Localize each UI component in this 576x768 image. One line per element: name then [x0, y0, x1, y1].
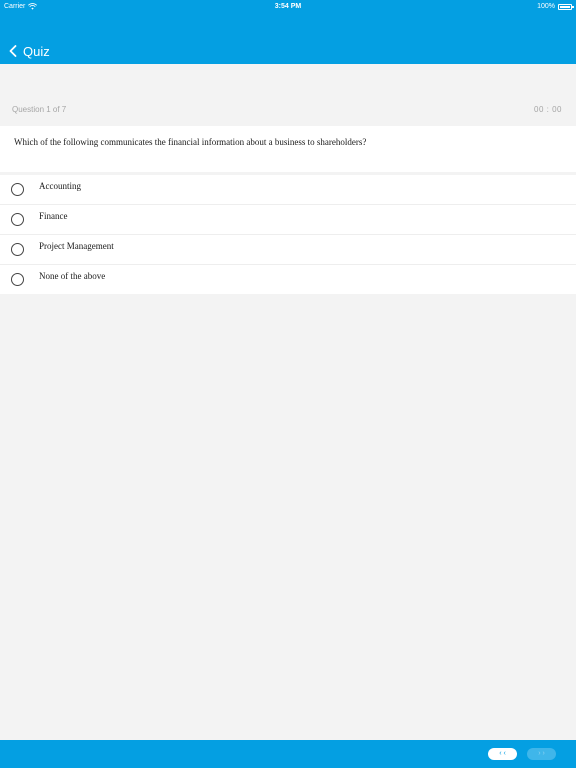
answer-option[interactable]: Accounting	[0, 175, 576, 205]
answer-option-label: Project Management	[39, 241, 114, 251]
battery-icon	[558, 3, 574, 10]
answer-option-label: Finance	[39, 211, 68, 221]
status-bar: Carrier 3:54 PM 100%	[0, 0, 576, 13]
answer-option[interactable]: Project Management	[0, 235, 576, 265]
next-button[interactable]: › ›	[527, 748, 556, 760]
previous-button[interactable]: ‹ ‹	[488, 748, 517, 760]
status-time: 3:54 PM	[274, 3, 302, 10]
question-progress: Question 1 of 7	[12, 105, 67, 114]
question-text: Which of the following communicates the …	[14, 137, 367, 147]
top-bar: Carrier 3:54 PM 100% Quiz	[0, 0, 576, 64]
question-meta: Question 1 of 7 00 : 00	[0, 97, 576, 121]
quiz-timer: 00 : 00	[534, 105, 562, 114]
battery-percent: 100%	[537, 3, 555, 10]
back-button[interactable]: Quiz	[0, 44, 50, 59]
battery-group: 100%	[537, 0, 574, 13]
answer-options: Accounting Finance Project Management No…	[0, 175, 576, 294]
quiz-screen: Carrier 3:54 PM 100% Quiz Question 1 of …	[0, 0, 576, 768]
answer-option-label: None of the above	[39, 271, 106, 281]
radio-button[interactable]	[11, 213, 24, 226]
bottom-bar: ‹ ‹ › ›	[0, 740, 576, 768]
answer-option[interactable]: Finance	[0, 205, 576, 235]
radio-button[interactable]	[11, 243, 24, 256]
chevron-left-icon	[9, 45, 17, 57]
radio-button[interactable]	[11, 183, 24, 196]
nav-bar: Quiz	[0, 36, 50, 66]
question-card: Which of the following communicates the …	[0, 126, 576, 172]
page-title: Quiz	[23, 43, 50, 59]
answer-option-label: Accounting	[39, 181, 81, 191]
answer-option[interactable]: None of the above	[0, 265, 576, 294]
radio-button[interactable]	[11, 273, 24, 286]
